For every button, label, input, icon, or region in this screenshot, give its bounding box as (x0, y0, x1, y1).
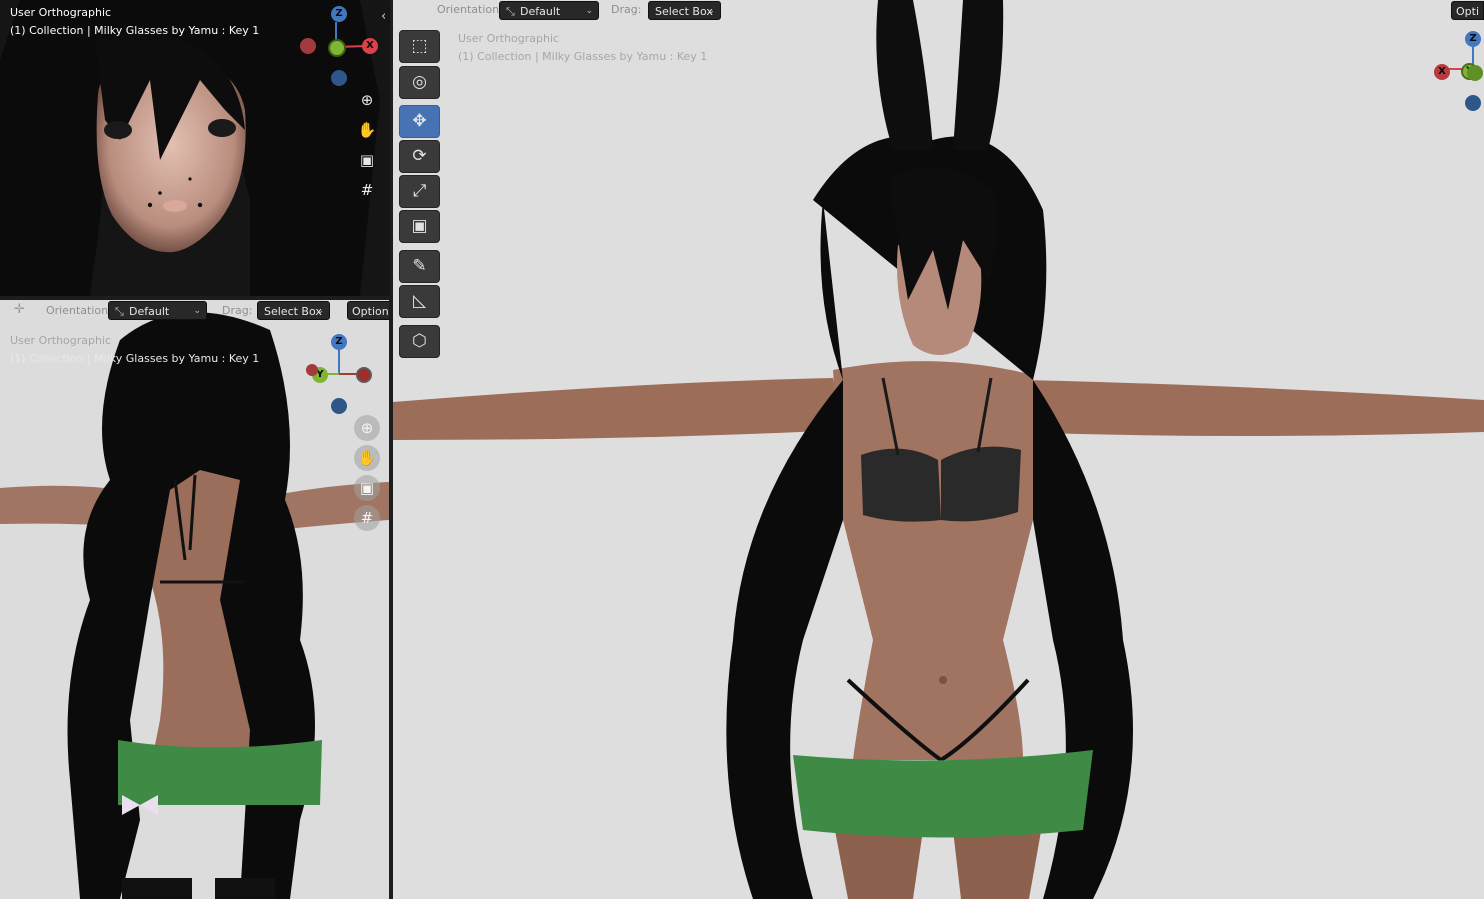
cursor-icon: ◎ (412, 72, 427, 92)
viewport-face-closeup[interactable]: User Orthographic (1) Collection | Milky… (0, 0, 390, 296)
annotate-tool[interactable]: ✎ (399, 250, 440, 283)
grid-icon[interactable]: # (354, 505, 380, 531)
drag-label: Drag: (611, 3, 642, 16)
drag-value: Select Box (655, 5, 713, 18)
gizmo-neg-z[interactable] (331, 398, 347, 414)
zoom-icon[interactable]: ⊕ (354, 87, 380, 113)
hand-icon[interactable]: ✋ (354, 117, 380, 143)
tool-shelf: ⬚ ◎ ✥ ⟳ ⤢ ▣ ✎ ◺ ⬡ (399, 30, 441, 360)
orientation-icon: ⤡ (506, 5, 515, 18)
navigation-gizmo[interactable]: Z X (294, 0, 390, 96)
orientation-value: Default (520, 5, 561, 18)
gizmo-neg-x[interactable] (306, 364, 318, 376)
scale-icon: ⤢ (412, 181, 427, 201)
drag-dropdown[interactable]: Select Box ⌄ (648, 1, 721, 20)
orientation-icon: ⤡ (115, 305, 124, 318)
gizmo-x-axis[interactable]: X (1434, 64, 1450, 80)
select-box-tool[interactable]: ⬚ (399, 30, 440, 63)
annotate-icon: ✎ (412, 256, 427, 276)
chevron-down-icon: ⌄ (707, 6, 715, 16)
collection-label: (1) Collection | Milky Glasses by Yamu :… (458, 50, 708, 63)
gizmo-neg-y[interactable] (1467, 65, 1483, 81)
gizmo-z-axis[interactable]: Z (331, 6, 347, 22)
rotate-tool[interactable]: ⟳ (399, 140, 440, 173)
rotate-icon: ⟳ (412, 146, 427, 166)
gizmo-neg-z[interactable] (331, 70, 347, 86)
zoom-icon[interactable]: ⊕ (354, 415, 380, 441)
move-tool[interactable]: ✥ (399, 105, 440, 138)
camera-icon[interactable]: ▣ (354, 147, 380, 173)
scale-tool[interactable]: ⤢ (399, 175, 440, 208)
gizmo-x-axis[interactable]: X (362, 38, 378, 54)
camera-icon[interactable]: ▣ (354, 475, 380, 501)
collection-label: (1) Collection | Milky Glasses by Yamu :… (10, 24, 260, 37)
add-cube-tool[interactable]: ⬡ (399, 325, 440, 358)
gizmo-neg-z[interactable] (1465, 95, 1481, 111)
navigation-gizmo[interactable]: Z Y (292, 330, 388, 426)
collection-label: (1) Collection | Milky Glasses by Yamu :… (10, 352, 260, 365)
view-label: User Orthographic (10, 6, 112, 19)
viewport-back-view[interactable]: ✛ Orientation: ⤡ Default ⌄ Drag: Select B… (0, 300, 389, 899)
grid-icon[interactable]: # (354, 177, 380, 203)
orientation-dropdown[interactable]: ⤡ Default ⌄ (108, 301, 207, 320)
drag-value: Select Box (264, 305, 322, 318)
gizmo-y-axis[interactable] (328, 39, 346, 57)
view-label: User Orthographic (10, 334, 112, 347)
chevron-down-icon: ⌄ (316, 306, 324, 316)
drag-label: Drag: (222, 304, 253, 317)
orientation-value: Default (129, 305, 170, 318)
viewport-header: Orientation: ⤡ Default ⌄ Drag: Select Box… (393, 0, 1484, 22)
orientation-dropdown[interactable]: ⤡ Default ⌄ (499, 1, 599, 20)
chevron-down-icon: ⌄ (585, 6, 593, 16)
navigation-gizmo[interactable]: Z X Y (1423, 25, 1484, 121)
options-button[interactable]: Option (347, 301, 389, 320)
add-cube-icon: ⬡ (412, 331, 427, 351)
chevron-down-icon: ⌄ (193, 306, 201, 316)
front-render (393, 0, 1484, 899)
viewport-front-view[interactable]: Orientation: ⤡ Default ⌄ Drag: Select Box… (393, 0, 1484, 899)
transform-pivot-icon[interactable]: ✛ (14, 302, 25, 317)
options-button[interactable]: Opti (1451, 1, 1484, 20)
orientation-label: Orientation: (46, 304, 112, 317)
select-box-icon: ⬚ (411, 36, 428, 56)
gizmo-x-axis[interactable] (356, 367, 372, 383)
hand-icon[interactable]: ✋ (354, 445, 380, 471)
measure-icon: ◺ (412, 291, 427, 311)
gizmo-neg-x[interactable] (300, 38, 316, 54)
move-icon: ✥ (412, 111, 427, 131)
orientation-label: Orientation: (437, 3, 503, 16)
transform-icon: ▣ (411, 216, 428, 236)
viewport-header: ✛ Orientation: ⤡ Default ⌄ Drag: Select B… (0, 300, 389, 322)
gizmo-z-axis[interactable]: Z (1465, 31, 1481, 47)
drag-dropdown[interactable]: Select Box ⌄ (257, 301, 330, 320)
cursor-tool[interactable]: ◎ (399, 66, 440, 99)
gizmo-z-axis[interactable]: Z (331, 334, 347, 350)
transform-tool[interactable]: ▣ (399, 210, 440, 243)
view-label: User Orthographic (458, 32, 560, 45)
measure-tool[interactable]: ◺ (399, 285, 440, 318)
